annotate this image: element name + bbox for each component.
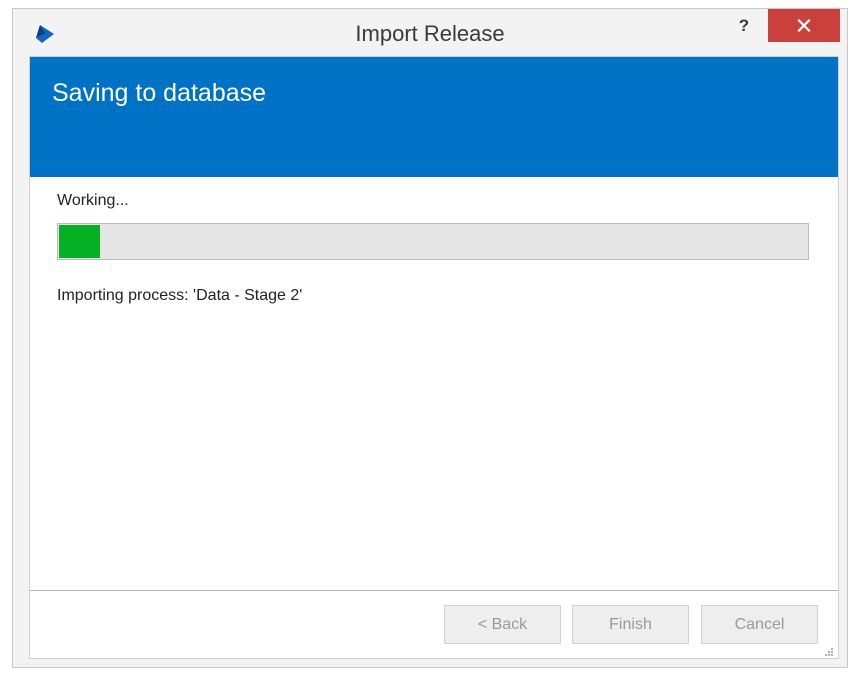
close-icon <box>797 19 811 32</box>
cancel-button[interactable]: Cancel <box>701 605 818 644</box>
import-release-dialog: Import Release ? Saving to database Work… <box>12 8 848 668</box>
help-button[interactable]: ? <box>733 13 755 39</box>
progress-fill <box>59 225 100 258</box>
page-title: Saving to database <box>52 79 267 107</box>
status-label: Working... <box>57 192 129 209</box>
back-button[interactable]: < Back <box>444 605 561 644</box>
finish-button[interactable]: Finish <box>572 605 689 644</box>
resize-grip-icon[interactable] <box>824 644 834 656</box>
progress-detail: Importing process: 'Data - Stage 2' <box>57 287 303 304</box>
title-bar: Import Release ? <box>13 9 847 56</box>
close-button[interactable] <box>768 9 840 42</box>
footer-divider <box>30 590 838 591</box>
header-banner: Saving to database <box>30 57 838 177</box>
wizard-content: Saving to database Working... Importing … <box>29 56 839 659</box>
window-title: Import Release <box>355 21 505 46</box>
progress-bar <box>57 223 809 260</box>
